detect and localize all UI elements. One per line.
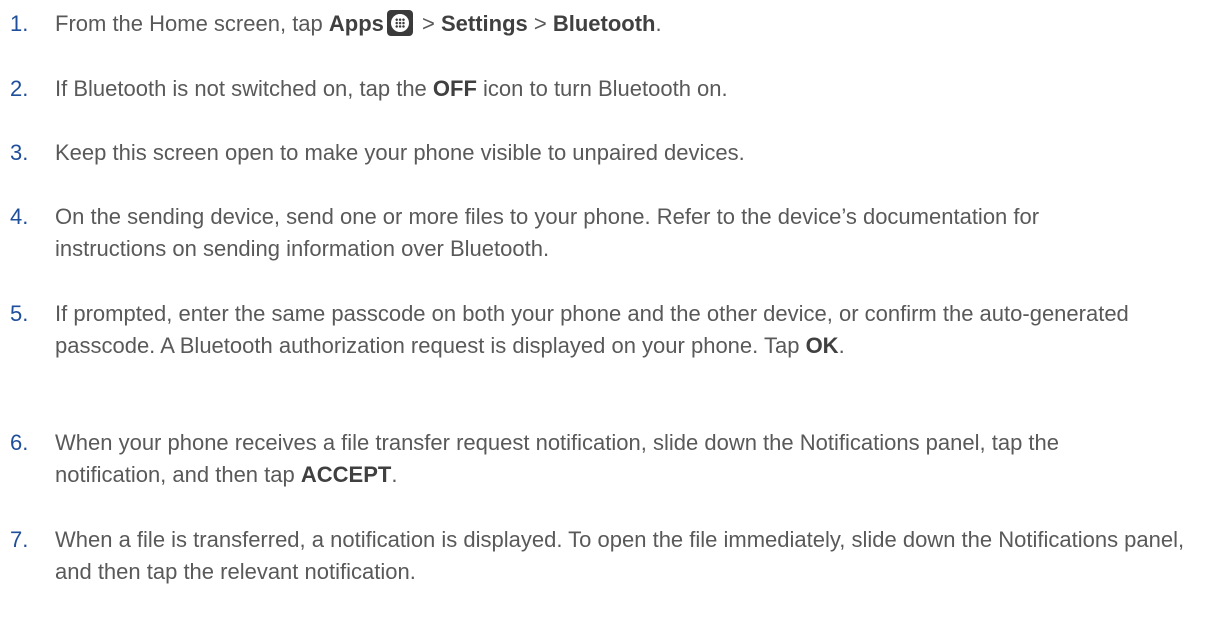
step-number: 3. xyxy=(10,140,29,165)
step-text-part: > xyxy=(527,11,553,36)
list-item-step-5: 5. If prompted, enter the same passcode … xyxy=(10,298,1165,362)
bluetooth-label: Bluetooth xyxy=(552,11,656,36)
step-number: 6. xyxy=(10,430,29,455)
step-text: From the Home screen, tap Apps > Setting… xyxy=(55,8,1165,40)
step-text: Keep this screen open to make your phone… xyxy=(55,140,745,165)
step-text-part: If Bluetooth is not switched on, tap the xyxy=(55,76,433,101)
step-number: 7. xyxy=(10,527,29,552)
list-item-step-3: 3. Keep this screen open to make your ph… xyxy=(10,137,1165,169)
step-number: 1. xyxy=(10,11,29,36)
step-text: If prompted, enter the same passcode on … xyxy=(55,298,1165,362)
list-item-step-4: 4. On the sending device, send one or mo… xyxy=(10,201,1115,265)
step-number: 5. xyxy=(10,301,29,326)
apps-grid-icon xyxy=(386,10,413,36)
step-text-part: . xyxy=(655,11,662,36)
instruction-list: 1. From the Home screen, tap Apps > Sett… xyxy=(0,0,1206,584)
accept-label: ACCEPT xyxy=(300,462,392,487)
step-number: 2. xyxy=(10,76,29,101)
step-number: 4. xyxy=(10,204,29,229)
step-text-part: . xyxy=(838,333,845,358)
list-item-step-2: 2. If Bluetooth is not switched on, tap … xyxy=(10,73,1165,105)
step-text-part: > xyxy=(415,11,441,36)
step-text-part: When your phone receives a file transfer… xyxy=(55,430,1060,487)
list-item-step-1: 1. From the Home screen, tap Apps > Sett… xyxy=(10,8,1165,40)
step-text: If Bluetooth is not switched on, tap the… xyxy=(55,73,1165,105)
list-item-step-6: 6. When your phone receives a file trans… xyxy=(10,427,1085,491)
step-text-part: If prompted, enter the same passcode on … xyxy=(55,301,1129,358)
ok-label: OK xyxy=(805,333,839,358)
apps-label: Apps xyxy=(328,11,384,36)
step-text: When a file is transferred, a notificati… xyxy=(55,527,1185,584)
step-text: On the sending device, send one or more … xyxy=(55,204,1040,261)
step-text-part: From the Home screen, tap xyxy=(55,11,329,36)
settings-label: Settings xyxy=(440,11,528,36)
step-text-part: icon to turn Bluetooth on. xyxy=(476,76,728,101)
step-text-part: . xyxy=(391,462,398,487)
list-item-step-7: 7. When a file is transferred, a notific… xyxy=(10,524,1185,588)
off-label: OFF xyxy=(432,76,477,101)
step-text: When your phone receives a file transfer… xyxy=(55,427,1085,491)
